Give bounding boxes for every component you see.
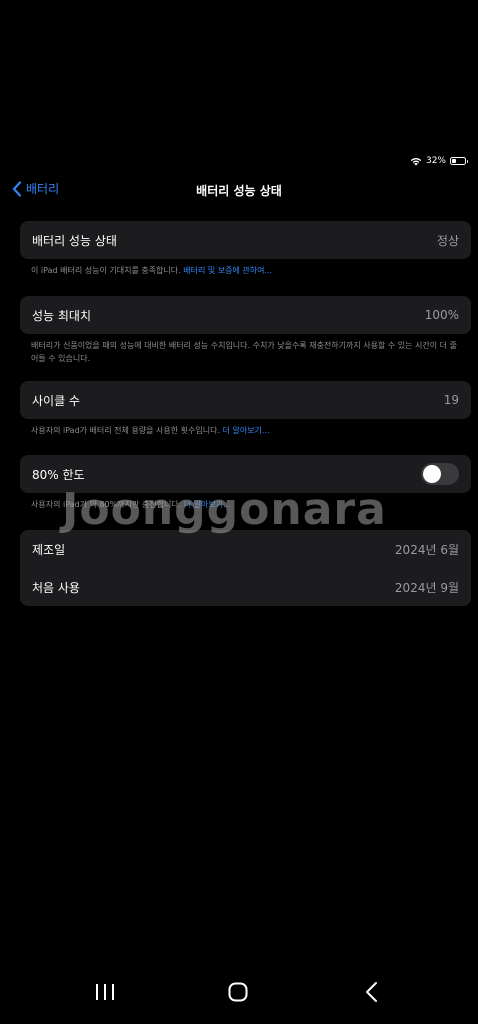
first-use-row: 처음 사용 2024년 9월: [20, 568, 471, 606]
charge-limit-row: 80% 한도: [20, 455, 471, 493]
battery-health-note: 이 iPad 배터리 성능이 기대치를 충족합니다. 배터리 및 보증에 관하여…: [31, 264, 461, 277]
navigation-bar: 배터리 배터리 성능 상태: [0, 178, 478, 202]
manufacture-date-value: 2024년 6월: [394, 542, 459, 557]
toggle-knob: [423, 465, 441, 483]
home-button[interactable]: [224, 978, 252, 1006]
battery-icon: [450, 157, 468, 165]
max-capacity-group: 성능 최대치 100%: [20, 296, 471, 334]
screen: 32% 배터리 배터리 성능 상태 배터리 성능 상태 정상 이 iPad 배터…: [0, 0, 478, 1024]
cycle-count-row: 사이클 수 19: [20, 381, 471, 419]
cycle-count-value: 19: [443, 393, 459, 407]
manufacture-date-label: 제조일: [32, 542, 66, 557]
dates-group: 제조일 2024년 6월 처음 사용 2024년 9월: [20, 530, 471, 606]
charge-limit-learn-more-link[interactable]: 더 알아보기...: [184, 500, 231, 509]
battery-health-group: 배터리 성능 상태 정상: [20, 221, 471, 259]
battery-health-note-text: 이 iPad 배터리 성능이 기대치를 충족합니다.: [31, 266, 184, 275]
cycle-count-note: 사용자의 iPad가 배터리 전체 용량을 사용한 횟수입니다. 더 알아보기.…: [31, 424, 461, 437]
charge-limit-group: 80% 한도: [20, 455, 471, 493]
manufacture-date-row: 제조일 2024년 6월: [20, 530, 471, 568]
android-back-button[interactable]: [358, 978, 386, 1006]
max-capacity-value: 100%: [424, 308, 459, 322]
cycle-count-label: 사이클 수: [32, 393, 80, 408]
cycle-count-note-text: 사용자의 iPad가 배터리 전체 용량을 사용한 횟수입니다.: [31, 426, 223, 435]
battery-health-label: 배터리 성능 상태: [32, 233, 117, 248]
charge-limit-note: 사용자의 iPad가 약 80%까지만 충전합니다. 더 알아보기...: [31, 498, 461, 511]
max-capacity-note: 배터리가 신품이었을 때의 성능에 대비한 배터리 성능 수치입니다. 수치가 …: [31, 341, 457, 363]
battery-health-row: 배터리 성능 상태 정상: [20, 221, 471, 259]
max-capacity-row: 성능 최대치 100%: [20, 296, 471, 334]
status-bar: 32%: [410, 156, 468, 166]
cycle-count-group: 사이클 수 19: [20, 381, 471, 419]
home-icon: [228, 982, 248, 1002]
first-use-value: 2024년 9월: [394, 580, 459, 595]
cycle-learn-more-link[interactable]: 더 알아보기...: [223, 426, 270, 435]
charge-limit-label: 80% 한도: [32, 467, 85, 482]
battery-warranty-link[interactable]: 배터리 및 보증에 관하여...: [183, 266, 272, 275]
android-back-icon: [366, 982, 377, 1002]
charge-limit-note-text: 사용자의 iPad가 약 80%까지만 충전합니다.: [31, 500, 184, 509]
battery-percent: 32%: [425, 156, 446, 166]
first-use-label: 처음 사용: [32, 580, 80, 595]
system-navigation-bar: [0, 978, 478, 1006]
max-capacity-label: 성능 최대치: [32, 308, 92, 323]
wifi-icon: [410, 157, 422, 166]
battery-health-value: 정상: [436, 233, 459, 248]
charge-limit-toggle[interactable]: [421, 463, 459, 485]
recents-icon: [96, 984, 114, 1000]
recents-button[interactable]: [91, 978, 119, 1006]
battery-level-fill: [452, 159, 456, 163]
page-title: 배터리 성능 상태: [196, 184, 282, 198]
